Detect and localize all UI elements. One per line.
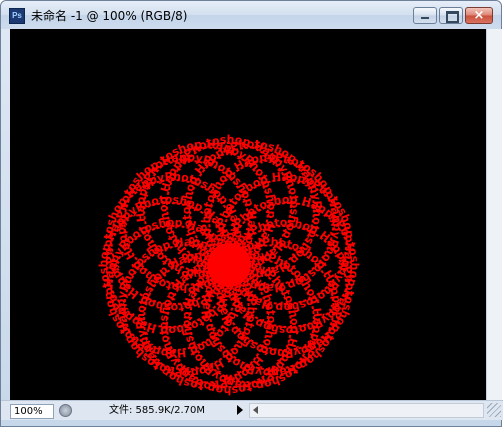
horizontal-scrollbar[interactable] <box>249 403 484 418</box>
rosette-center <box>207 243 251 287</box>
close-icon: × <box>473 8 485 23</box>
minimize-icon <box>421 17 429 19</box>
resize-grip[interactable] <box>487 403 501 417</box>
status-menu-arrow-icon[interactable] <box>237 405 243 415</box>
title-bar[interactable]: Ps 未命名 -1 @ 100% (RGB/8) × <box>1 1 501 29</box>
document-size-info: 文件: 585.9K/2.70M <box>109 405 205 416</box>
close-button[interactable]: × <box>465 7 493 24</box>
vertical-scrollbar[interactable] <box>486 29 502 400</box>
minimize-button[interactable] <box>413 7 437 24</box>
document-window: Ps 未命名 -1 @ 100% (RGB/8) × HappyPhotosho… <box>0 0 503 427</box>
maximize-icon <box>446 11 459 23</box>
status-icon[interactable] <box>59 404 72 417</box>
zoom-input[interactable]: 100% <box>10 404 54 419</box>
document-canvas[interactable]: HappyPhotoshop HappyPhotoshop HappyPhoto… <box>10 29 486 400</box>
status-bar: 100% 文件: 585.9K/2.70M <box>1 400 503 420</box>
window-title: 未命名 -1 @ 100% (RGB/8) <box>31 9 188 23</box>
maximize-button[interactable] <box>439 7 463 24</box>
rosette-artwork: HappyPhotoshop HappyPhotoshop HappyPhoto… <box>10 29 361 397</box>
scroll-left-arrow-icon[interactable] <box>253 406 258 414</box>
photoshop-icon[interactable]: Ps <box>9 8 25 24</box>
